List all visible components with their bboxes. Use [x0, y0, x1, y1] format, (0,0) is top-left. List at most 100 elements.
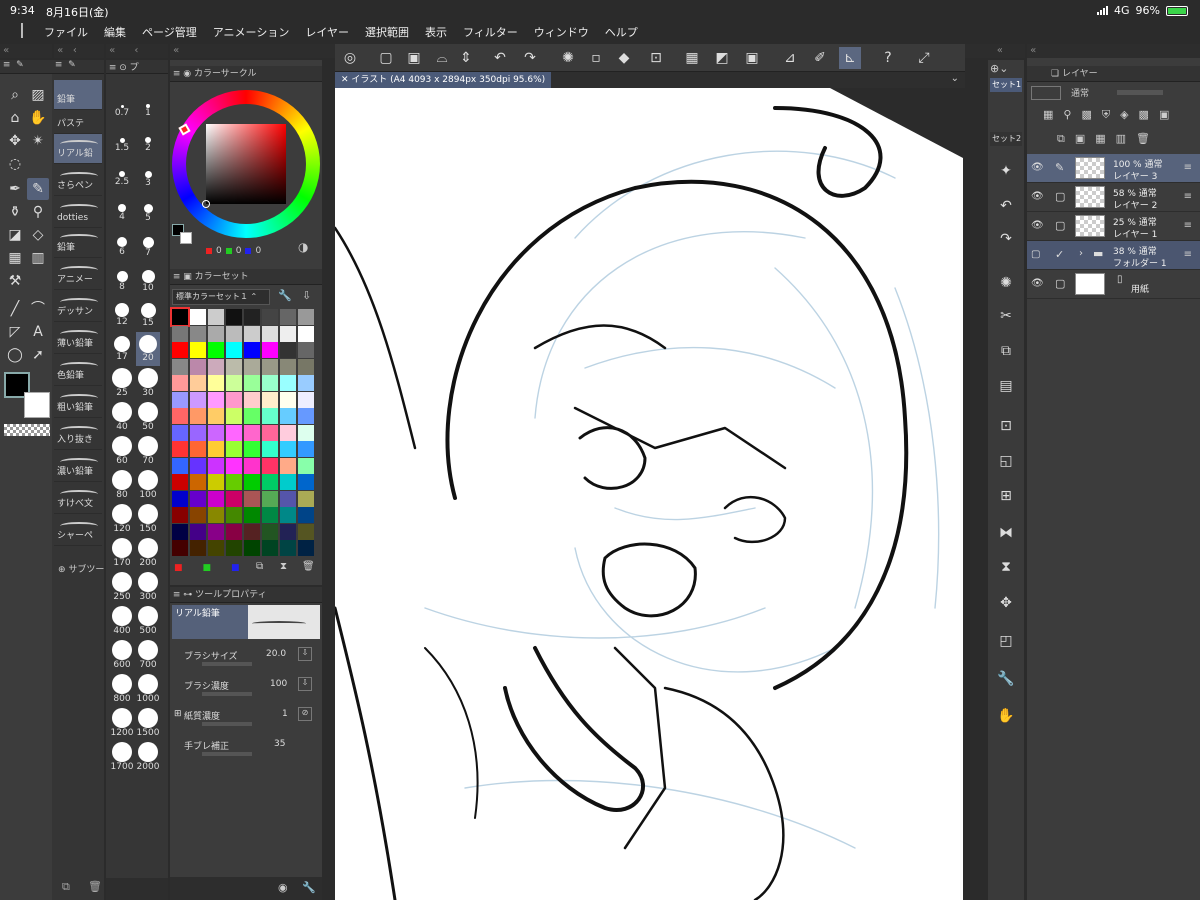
deselect-icon[interactable]: ▣ [741, 47, 763, 69]
color-swatch[interactable] [262, 507, 278, 523]
color-swatch[interactable] [226, 540, 242, 556]
color-swatch[interactable] [226, 523, 242, 540]
blend-icon[interactable]: ⚒ [4, 270, 26, 292]
ruler-snap-icon[interactable]: ⊿ [779, 47, 801, 69]
paper-density-row[interactable]: ⊞ 紙質濃度 1 ⊘ [174, 707, 318, 739]
color-swatch[interactable] [280, 358, 296, 375]
brush-size-item[interactable]: 170 [110, 536, 134, 570]
color-swatch[interactable] [280, 441, 296, 457]
fullscreen-icon[interactable]: ⤢ [913, 47, 935, 69]
menu-animation[interactable]: アニメーション [213, 24, 290, 40]
subtool-item[interactable]: 粗い鉛筆 [54, 388, 102, 418]
color-swatch[interactable] [262, 474, 278, 490]
brush-size-item[interactable]: 6 [110, 230, 134, 264]
collapse-bar-layers[interactable]: « [1027, 44, 1200, 58]
color-swatch[interactable] [244, 424, 260, 441]
checkbox-icon[interactable]: ▢ [1055, 219, 1069, 232]
subtool-item[interactable]: アニメー [54, 260, 102, 290]
add-subtool-button[interactable]: ⊕ サブツー [58, 562, 104, 575]
add-color-icon[interactable]: ⧉ [256, 561, 263, 572]
object-select-icon[interactable]: ➚ [27, 344, 49, 366]
color-swatch[interactable] [190, 490, 206, 507]
color-swatch[interactable] [208, 424, 224, 441]
move-layer-icon[interactable]: ▨ [27, 84, 49, 106]
color-swatch[interactable] [298, 523, 314, 540]
color-swatch[interactable] [280, 408, 296, 424]
wrench-icon[interactable]: 🔧 [995, 668, 1017, 690]
brush-size-row[interactable]: ブラシサイズ 20.0 ⇩ [174, 647, 318, 679]
color-swatch[interactable] [172, 342, 188, 358]
collapse-bar-cmd[interactable]: « [965, 44, 1025, 58]
color-swatch[interactable] [280, 523, 296, 540]
brush-size-item[interactable]: 700 [136, 638, 160, 672]
color-swatch[interactable] [298, 342, 314, 358]
color-swatch[interactable] [208, 507, 224, 523]
color-swatch[interactable] [244, 523, 260, 540]
color-swatch[interactable] [226, 474, 242, 490]
color-swatch[interactable] [208, 309, 224, 325]
color-swatch[interactable] [190, 309, 206, 325]
color-swatch[interactable] [280, 507, 296, 523]
color-swatch[interactable] [280, 309, 296, 325]
brush-size-item[interactable]: 60 [110, 434, 134, 468]
ruler-icon[interactable]: ⌒ [27, 298, 49, 320]
color-swatch[interactable] [226, 408, 242, 424]
color-swatch[interactable] [208, 523, 224, 540]
brush-size-item[interactable]: 800 [110, 672, 134, 706]
color-swatch[interactable] [262, 391, 278, 408]
saturation-square[interactable] [206, 124, 286, 204]
select-icon[interactable]: ▦ [681, 47, 703, 69]
color-swatch[interactable] [262, 490, 278, 507]
color-swatch[interactable] [280, 325, 296, 342]
color-swatch[interactable] [298, 309, 314, 325]
brush-size-item[interactable]: 600 [110, 638, 134, 672]
color-swatch[interactable] [172, 457, 188, 474]
color-swatch[interactable] [226, 441, 242, 457]
subtool-item[interactable]: 鉛筆 [54, 228, 102, 258]
color-swatch[interactable] [190, 358, 206, 375]
color-swatch[interactable] [298, 375, 314, 391]
settings-icon[interactable]: ◉ [278, 881, 288, 894]
color-swatch[interactable] [298, 474, 314, 490]
color-swatch[interactable] [244, 457, 260, 474]
checkbox-icon[interactable]: ▢ [1055, 190, 1069, 203]
line-icon[interactable]: ╱ [4, 298, 26, 320]
eyedropper-icon[interactable]: ⚲ [27, 201, 49, 223]
stabilization-row[interactable]: 手ブレ補正 35 [174, 739, 318, 769]
color-swatch[interactable] [208, 457, 224, 474]
color-swatch[interactable] [172, 408, 188, 424]
chevron-down-icon[interactable]: ⌄ [951, 73, 959, 84]
mesh-transform-icon[interactable]: ⊞ [995, 485, 1017, 507]
color-swatch[interactable] [190, 523, 206, 540]
color-swatch[interactable] [208, 474, 224, 490]
color-swatch[interactable] [280, 391, 296, 408]
brush-size-item[interactable]: 120 [110, 502, 134, 536]
color-swatch[interactable] [190, 507, 206, 523]
color-swatch[interactable] [226, 342, 242, 358]
delete-subtool-icon[interactable]: 🗑 [88, 880, 102, 893]
color-swatch[interactable] [172, 523, 188, 540]
transform-icon[interactable]: ⊡ [645, 47, 667, 69]
collapse-bar-colors[interactable]: « [170, 44, 335, 58]
color-swatch[interactable] [262, 342, 278, 358]
subtool-item[interactable]: リアル鉛 [54, 134, 102, 164]
color-swatch[interactable] [280, 490, 296, 507]
color-swatch[interactable] [262, 358, 278, 375]
move-canvas-icon[interactable]: ✥ [995, 592, 1017, 614]
help-icon[interactable]: ? [877, 47, 899, 69]
color-swatch[interactable] [172, 474, 188, 490]
menu-icon[interactable]: ≡ [1184, 191, 1192, 202]
color-swatch[interactable] [226, 424, 242, 441]
collapse-bar-brushsize[interactable]: « ‹ [106, 44, 168, 58]
visibility-icon[interactable]: 👁 [1031, 278, 1045, 289]
undo-icon[interactable]: ↶ [995, 195, 1017, 217]
brush-size-item[interactable]: 300 [136, 570, 160, 604]
duplicate-subtool-icon[interactable]: ⧉ [62, 880, 70, 894]
hidden-visibility-icon[interactable]: ▢ [1031, 249, 1045, 260]
subtool-item[interactable]: パステ [54, 104, 102, 134]
tone-icon[interactable]: ▥ [27, 247, 49, 269]
move-icon[interactable]: ✥ [4, 130, 26, 152]
invert-icon[interactable]: ◩ [711, 47, 733, 69]
menu-edit[interactable]: 編集 [104, 24, 126, 40]
color-swatch[interactable] [172, 507, 188, 523]
